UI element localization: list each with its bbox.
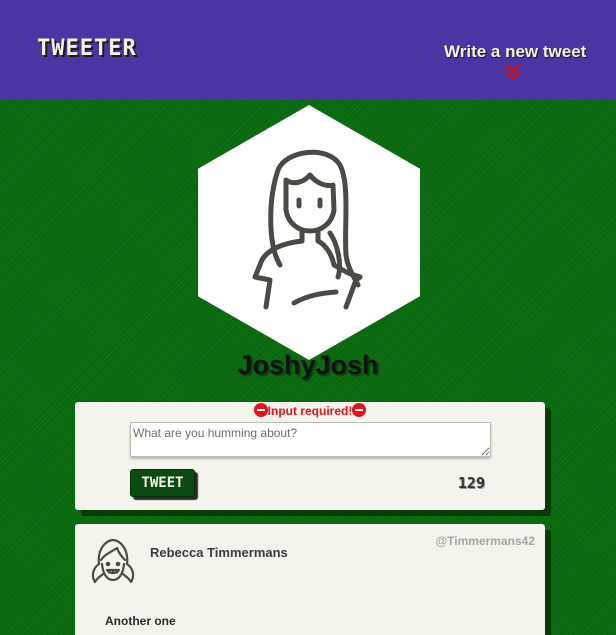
input-error-text: Input required!: [267, 404, 353, 418]
write-new-tweet-link[interactable]: Write a new tweet: [444, 42, 586, 62]
profile-username: JoshyJosh: [237, 350, 379, 380]
double-chevron-down-icon[interactable]: [503, 63, 523, 81]
no-entry-icon: [352, 403, 367, 417]
top-nav: TWEETER Write a new tweet: [0, 0, 616, 100]
tweet-author-handle: @Timmermans42: [435, 534, 535, 548]
compose-tweet-card: Input required! TWEET 129: [75, 402, 545, 510]
brand-logo[interactable]: TWEETER: [37, 36, 137, 61]
no-entry-icon: [253, 403, 268, 417]
tweet-author-name: Rebecca Timmermans: [150, 545, 288, 560]
char-counter: 129: [457, 474, 485, 492]
profile-avatar: [198, 105, 420, 360]
tweet-submit-button[interactable]: TWEET: [130, 469, 195, 497]
girl-avatar-icon: [91, 538, 135, 584]
tweet-content: Another one: [105, 614, 176, 628]
woman-avatar-icon: [252, 149, 363, 310]
tweet-card: Rebecca Timmermans @Timmermans42 Another…: [75, 524, 545, 635]
tweet-textarea[interactable]: [130, 422, 491, 457]
input-error-message: Input required!: [75, 403, 545, 418]
